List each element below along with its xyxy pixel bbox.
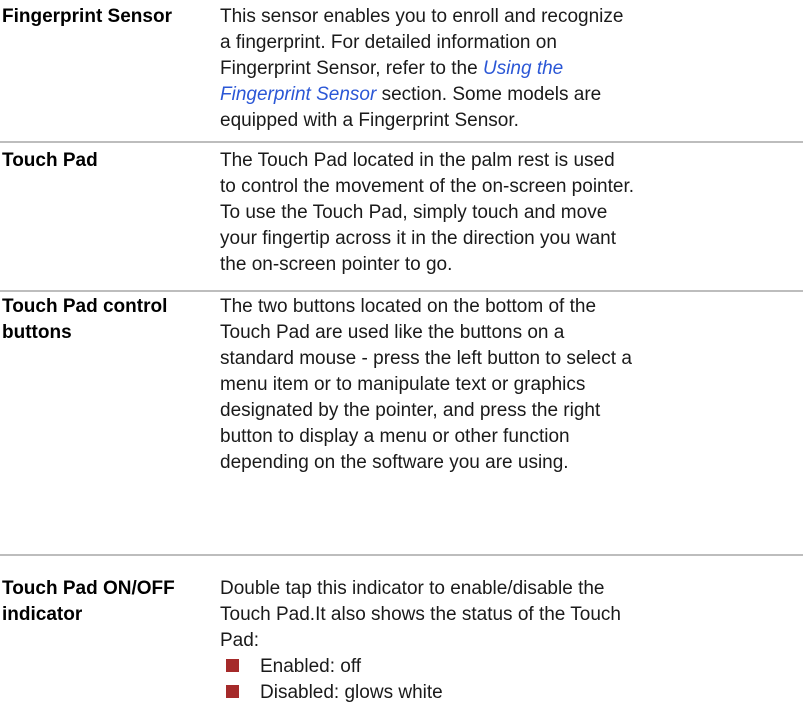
desc-line: equipped with a Fingerprint Sensor. — [220, 110, 519, 131]
desc-text: section. Some models are — [376, 84, 602, 105]
desc-line: Fingerprint Sensor, refer to the Using t… — [220, 56, 800, 82]
desc-line: a fingerprint. For detailed information … — [220, 32, 557, 53]
term-line: Fingerprint Sensor — [2, 6, 172, 27]
desc-line: Pad: — [220, 630, 260, 651]
desc-line: the on-screen pointer to go. — [220, 254, 453, 275]
term-fingerprint-sensor: Fingerprint Sensor — [2, 4, 192, 30]
square-bullet-icon — [226, 685, 239, 698]
desc-touch-pad: The Touch Pad located in the palm rest i… — [220, 148, 800, 278]
term-line: indicator — [2, 604, 83, 625]
desc-line: depending on the software you are using. — [220, 452, 569, 473]
desc-line: Touch Pad are used like the buttons on a — [220, 322, 565, 343]
desc-line: This sensor enables you to enroll and re… — [220, 6, 624, 27]
desc-line: button to display a menu or other functi… — [220, 426, 570, 447]
desc-touch-pad-control-buttons: The two buttons located on the bottom of… — [220, 294, 800, 476]
desc-line: To use the Touch Pad, simply touch and m… — [220, 202, 608, 223]
term-line: Touch Pad — [2, 150, 98, 171]
square-bullet-icon — [226, 659, 239, 672]
using-fingerprint-sensor-link[interactable]: Fingerprint Sensor — [220, 84, 376, 105]
term-line: Touch Pad ON/OFF — [2, 578, 175, 599]
term-touch-pad-control-buttons: Touch Pad control buttons — [2, 294, 192, 346]
desc-fingerprint-sensor: This sensor enables you to enroll and re… — [220, 4, 800, 134]
desc-touch-pad-onoff-indicator: Double tap this indicator to enable/disa… — [220, 576, 800, 706]
row-divider — [0, 141, 803, 143]
term-touch-pad: Touch Pad — [2, 148, 192, 174]
desc-line: to control the movement of the on-screen… — [220, 176, 635, 197]
term-line: buttons — [2, 322, 72, 343]
bullet-text: Enabled: off — [260, 656, 362, 677]
term-touch-pad-onoff-indicator: Touch Pad ON/OFF indicator — [2, 576, 192, 628]
row-divider — [0, 554, 803, 556]
desc-line: The Touch Pad located in the palm rest i… — [220, 150, 615, 171]
bullet-item: Disabled: glows white — [220, 680, 800, 706]
using-fingerprint-sensor-link[interactable]: Using the — [483, 58, 563, 79]
desc-line: menu item or to manipulate text or graph… — [220, 374, 586, 395]
desc-line: Touch Pad.It also shows the status of th… — [220, 604, 622, 625]
desc-line: Double tap this indicator to enable/disa… — [220, 578, 605, 599]
desc-line: standard mouse - press the left button t… — [220, 348, 632, 369]
bullet-text: Disabled: glows white — [260, 682, 443, 703]
row-divider — [0, 290, 803, 292]
desc-line: Fingerprint Sensor section. Some models … — [220, 82, 800, 108]
desc-line: The two buttons located on the bottom of… — [220, 296, 597, 317]
spec-table: Fingerprint Sensor This sensor enables y… — [0, 0, 803, 704]
term-line: Touch Pad control — [2, 296, 168, 317]
desc-text: Fingerprint Sensor, refer to the — [220, 58, 483, 79]
bullet-item: Enabled: off — [220, 654, 800, 680]
desc-line: your fingertip across it in the directio… — [220, 228, 617, 249]
desc-line: designated by the pointer, and press the… — [220, 400, 601, 421]
